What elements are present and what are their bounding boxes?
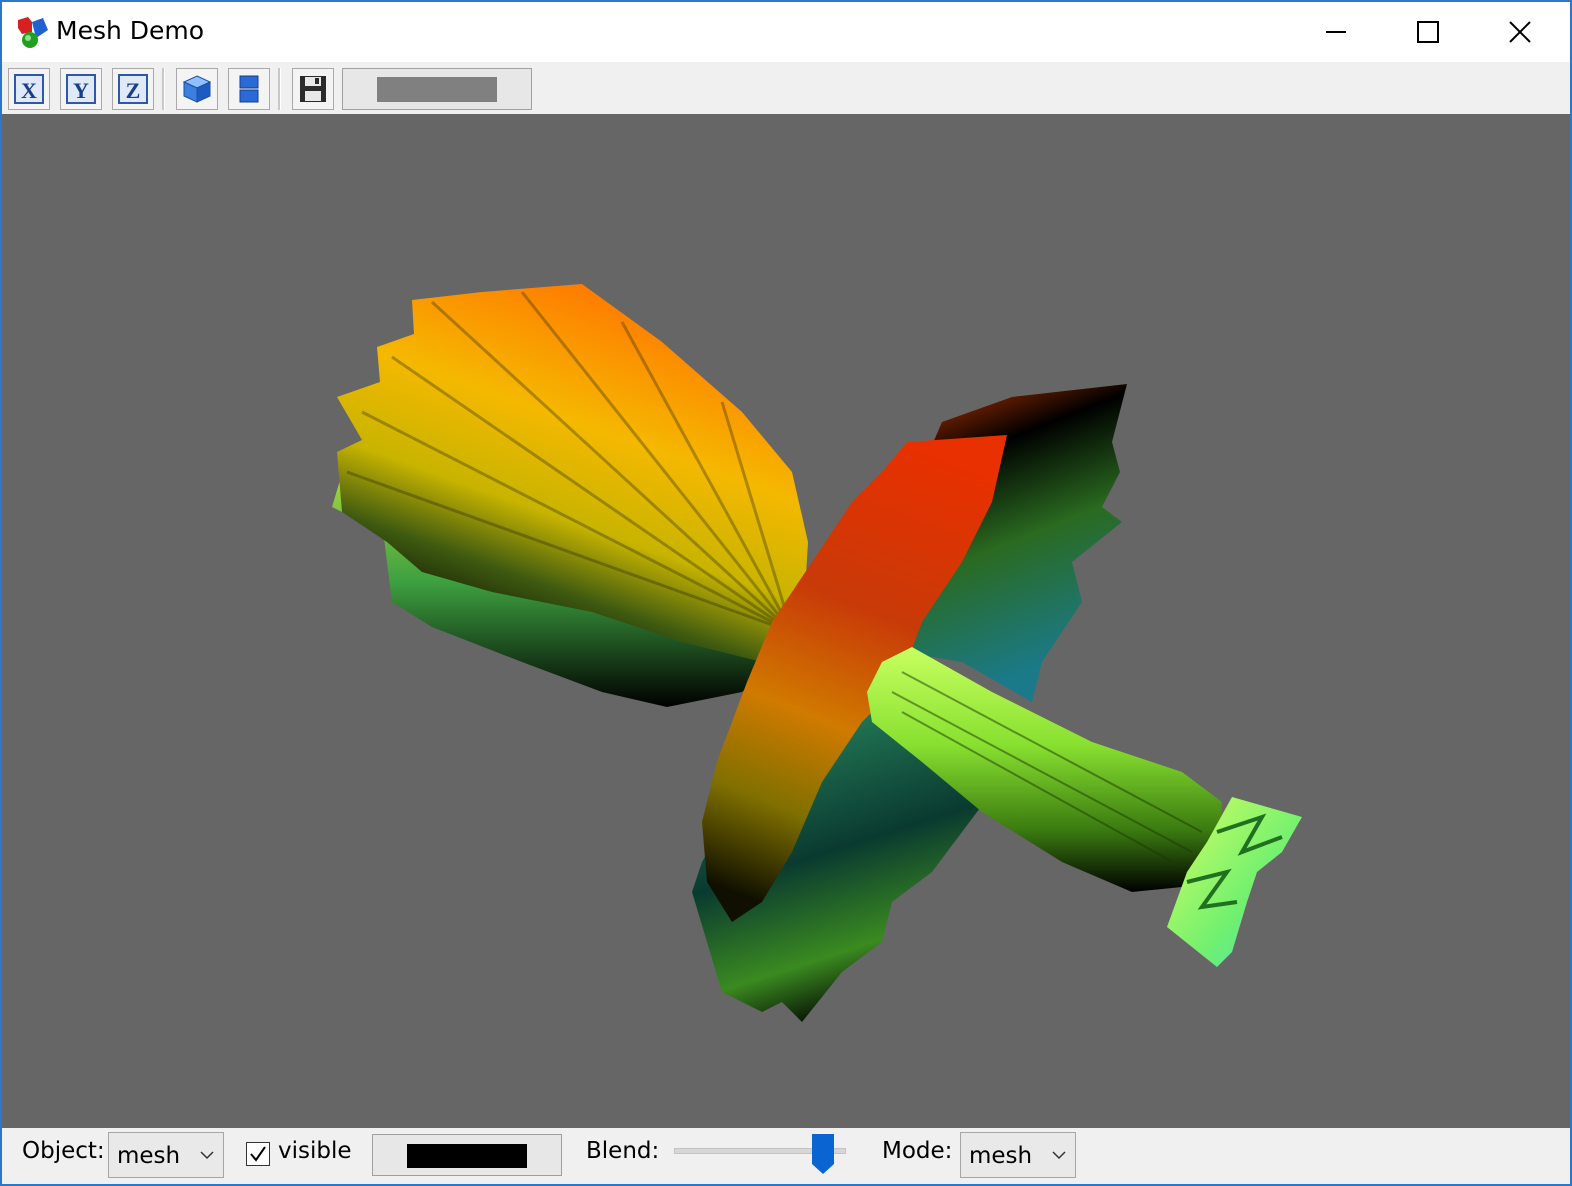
mesh-color-swatch — [407, 1144, 527, 1168]
chevron-down-icon — [200, 1151, 214, 1160]
svg-text:Y: Y — [73, 78, 89, 103]
view-3d-button[interactable] — [176, 68, 218, 110]
z-axis-view-icon: Z — [118, 74, 148, 104]
maximize-button[interactable] — [1382, 2, 1474, 62]
mode-label: Mode: — [882, 1138, 953, 1164]
save-icon — [300, 76, 326, 102]
mesh-color-button[interactable] — [372, 1134, 562, 1176]
mode-select[interactable]: mesh — [960, 1132, 1076, 1178]
window-title: Mesh Demo — [56, 16, 205, 45]
object-label: Object: — [22, 1138, 105, 1164]
x-axis-view-icon: X — [14, 74, 44, 104]
view-x-button[interactable]: X — [8, 68, 50, 110]
toolbar: X Y Z — [2, 62, 1570, 114]
toolbar-separator — [278, 68, 281, 110]
y-axis-view-icon: Y — [66, 74, 96, 104]
3d-cube-view-icon — [182, 75, 212, 103]
background-color-swatch — [377, 77, 497, 102]
svg-text:Z: Z — [126, 78, 141, 103]
layout-split-icon — [239, 75, 259, 103]
3d-viewport[interactable] — [2, 114, 1570, 1128]
blend-label: Blend: — [586, 1138, 660, 1164]
object-select[interactable]: mesh — [108, 1132, 224, 1178]
view-y-button[interactable]: Y — [60, 68, 102, 110]
close-icon — [1509, 21, 1531, 43]
maximize-icon — [1417, 21, 1439, 43]
save-button[interactable] — [292, 68, 334, 110]
svg-text:X: X — [21, 78, 37, 103]
view-z-button[interactable]: Z — [112, 68, 154, 110]
app-window: Mesh Demo X Y Z Object: mesh visible Ble… — [0, 0, 1572, 1186]
checkmark-icon — [250, 1146, 266, 1162]
background-color-button[interactable] — [342, 68, 532, 110]
title-bar[interactable]: Mesh Demo — [2, 2, 1570, 62]
visible-label: visible — [278, 1138, 352, 1164]
minimize-button[interactable] — [1290, 2, 1382, 62]
chevron-down-icon — [1052, 1151, 1066, 1160]
minimize-icon — [1326, 31, 1346, 33]
layout-button[interactable] — [228, 68, 270, 110]
close-button[interactable] — [1474, 2, 1566, 62]
app-cubes-icon — [18, 17, 48, 48]
mode-select-value: mesh — [969, 1143, 1033, 1169]
visible-checkbox[interactable] — [246, 1142, 270, 1166]
mesh-render — [332, 284, 1302, 1022]
object-select-value: mesh — [117, 1143, 181, 1169]
blend-slider-thumb[interactable] — [812, 1134, 834, 1174]
toolbar-separator — [162, 68, 165, 110]
control-bar: Object: mesh visible Blend: Mode: mesh — [2, 1128, 1570, 1184]
